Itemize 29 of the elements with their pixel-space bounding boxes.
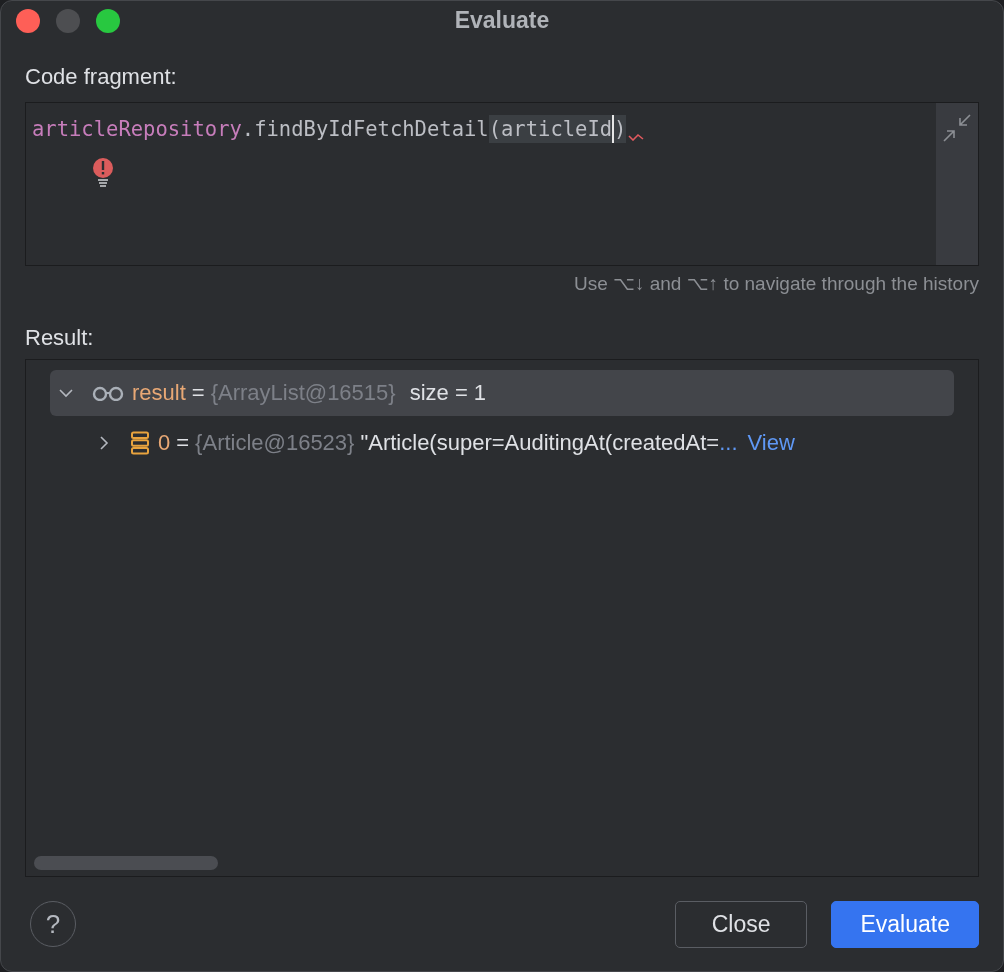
zoom-button[interactable] bbox=[96, 8, 120, 33]
variable-value: "Article(super=AuditingAt(createdAt= bbox=[360, 430, 720, 456]
tree-row[interactable]: result = {ArrayList@16515} size = 1 bbox=[50, 370, 954, 416]
window-title: Evaluate bbox=[453, 7, 551, 34]
stack-icon bbox=[130, 431, 150, 455]
section-label: Result: bbox=[25, 325, 95, 352]
code-token: .findByIdFetchDetail bbox=[241, 117, 489, 141]
horizontal-scrollbar[interactable] bbox=[34, 856, 218, 870]
code-token: ) bbox=[612, 115, 627, 143]
close-button[interactable]: Close bbox=[674, 900, 808, 948]
variable-value: size = 1 bbox=[409, 380, 487, 406]
section-label: Code fragment: bbox=[25, 64, 178, 91]
variable-type: {ArrayList@16515} bbox=[210, 380, 396, 406]
close-button[interactable] bbox=[16, 8, 40, 33]
code-token: articleRepository bbox=[32, 117, 242, 141]
variable-type: {Article@16523} bbox=[195, 430, 355, 456]
evaluate-button[interactable]: Evaluate bbox=[831, 900, 979, 948]
glasses-icon bbox=[92, 385, 124, 401]
variable-name: result bbox=[132, 380, 186, 406]
ellipsis: ... bbox=[719, 430, 738, 456]
equals-sign: = bbox=[191, 380, 205, 406]
collapse-icon bbox=[942, 113, 972, 143]
code-editor[interactable]: articleRepository.findByIdFetchDetail(articleId) bbox=[25, 102, 979, 266]
tree-row[interactable]: 0 = {Article@16523} "Article(super=AuditingAt(createdAt=... View bbox=[50, 420, 954, 466]
code-token: (articleId bbox=[488, 115, 613, 143]
variable-name: 0 bbox=[158, 430, 171, 456]
equals-sign: = bbox=[176, 430, 190, 456]
view-link[interactable]: View bbox=[747, 430, 795, 456]
history-hint: Use ⌥↓ and ⌥↑ to navigate through the history bbox=[574, 272, 979, 295]
